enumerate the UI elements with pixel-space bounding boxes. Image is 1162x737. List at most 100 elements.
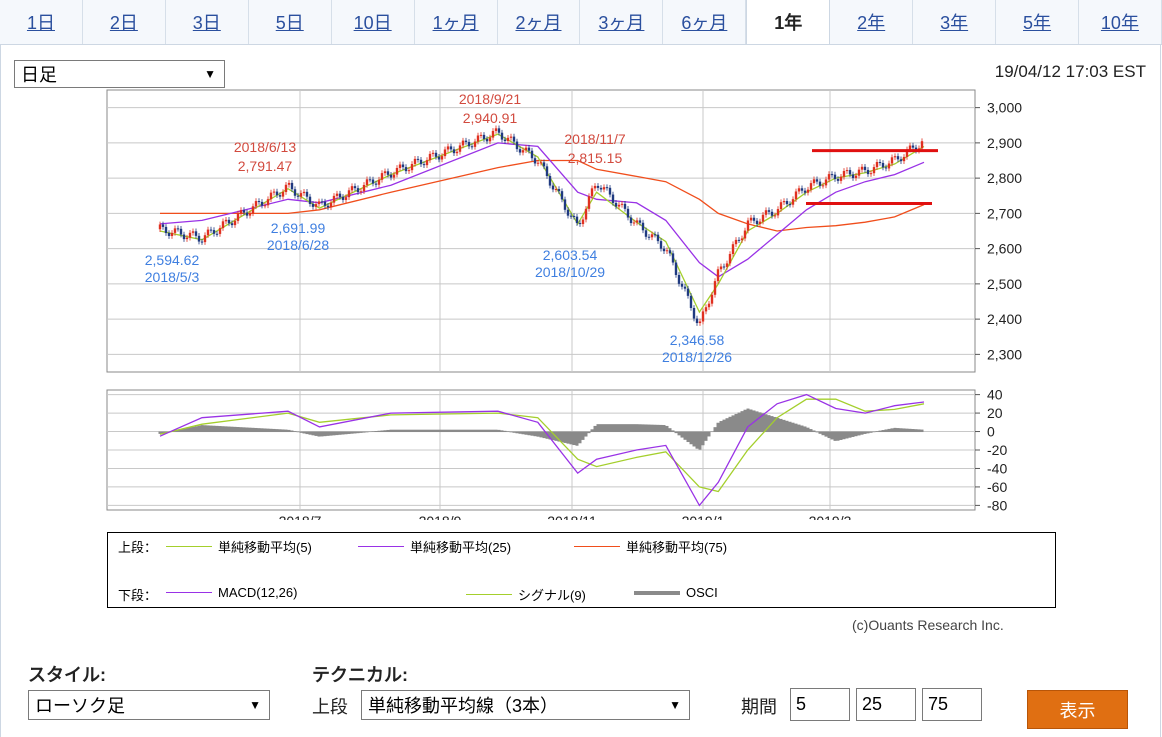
candle-body [434,152,438,157]
osci-bar [899,428,903,433]
period-input-3[interactable] [922,688,982,721]
osci-bar [476,429,480,433]
price-tick-label-4: 2,600 [987,241,1022,257]
candle-body [824,179,828,186]
osci-bar [455,429,459,433]
macd-tick-label-3: -20 [987,442,1007,458]
osci-bar [812,430,816,433]
osci-bar [440,429,444,433]
candle-body [617,204,621,207]
candle-body [311,203,315,207]
candle-body [413,158,417,164]
osci-bar [878,430,882,433]
technical-select[interactable]: 単純移動平均線（3本） ▼ [361,690,690,720]
osci-bar [608,424,612,433]
osci-bar [854,431,858,437]
legend-ma5: 単純移動平均(5) [166,537,312,556]
osci-bar [491,429,495,433]
candle-body [317,201,321,205]
candle-body [767,210,771,212]
candle-body [173,228,177,233]
period-input-1[interactable] [790,688,850,721]
candle-body [287,182,291,185]
candle-body [233,220,237,226]
osci-bar [383,430,387,433]
osci-bar [914,429,918,433]
legend-macd: MACD(12,26) [166,585,297,600]
osci-bar [776,417,780,433]
candle-body [221,221,225,229]
candle-body [707,303,711,308]
x-tick-label-4: 2019/3 [809,513,852,520]
price-tick-label-3: 2,700 [987,205,1022,221]
osci-bar [560,431,564,443]
osci-bar [605,424,609,433]
candle-body [845,170,849,172]
osci-bar [566,431,570,444]
osci-bar [236,427,240,433]
candle-body [878,162,882,164]
osci-bar [875,431,879,433]
candle-body [776,209,780,216]
osci-bar [734,413,738,433]
candle-body [896,156,900,160]
osci-bar [578,431,582,444]
period-input-2[interactable] [856,688,916,721]
candle-body [620,203,624,205]
style-select-value: ローソク足 [35,696,125,716]
candle-body [839,176,843,181]
candle-body [683,286,687,289]
osci-bar [341,431,345,435]
candle-body [230,223,234,226]
osci-bar [587,431,591,434]
candle-body [668,250,672,254]
osci-bar [248,427,252,433]
macd-tick-label-2: 0 [987,424,995,440]
candle-body [890,157,894,164]
candle-body [431,152,435,154]
candle-body [389,174,393,178]
candle-body [314,204,318,207]
osci-bar [716,422,720,433]
candle-body [653,234,657,236]
osci-bar [842,431,846,440]
osci-bar [506,431,510,433]
candle-body [647,236,651,238]
osci-bar [434,429,438,433]
candle-body [506,137,510,141]
osci-bar [920,429,924,433]
candle-body [182,234,186,240]
osci-bar [500,430,504,433]
osci-bar [635,424,639,433]
candle-body [251,206,255,214]
candle-body [815,179,819,182]
candle-body [386,171,390,175]
candle-body [293,189,297,196]
style-select[interactable]: ローソク足 ▼ [28,690,270,720]
osci-bar [410,429,414,433]
candle-body [635,220,639,223]
candle-body [245,212,249,216]
candle-body [248,213,252,216]
osci-bar [563,431,567,443]
candle-body [854,175,858,179]
osci-bar [707,431,711,437]
osci-bar [866,431,870,434]
candle-body [806,189,810,193]
osci-bar [467,429,471,433]
osci-bar [242,427,246,433]
osci-bar [806,427,810,433]
candle-body [503,139,507,141]
candle-body [362,184,366,192]
candle-body [785,201,789,205]
osci-bar [584,431,588,437]
osci-bar [347,431,351,434]
osci-bar [581,431,585,440]
osci-bar [380,430,384,433]
low-value-3: 2,346.58 [670,332,725,348]
osci-bar [839,431,843,440]
display-button[interactable]: 表示 [1027,690,1128,729]
candle-body [227,219,231,224]
osci-bar [815,431,819,433]
candle-body [701,311,705,322]
